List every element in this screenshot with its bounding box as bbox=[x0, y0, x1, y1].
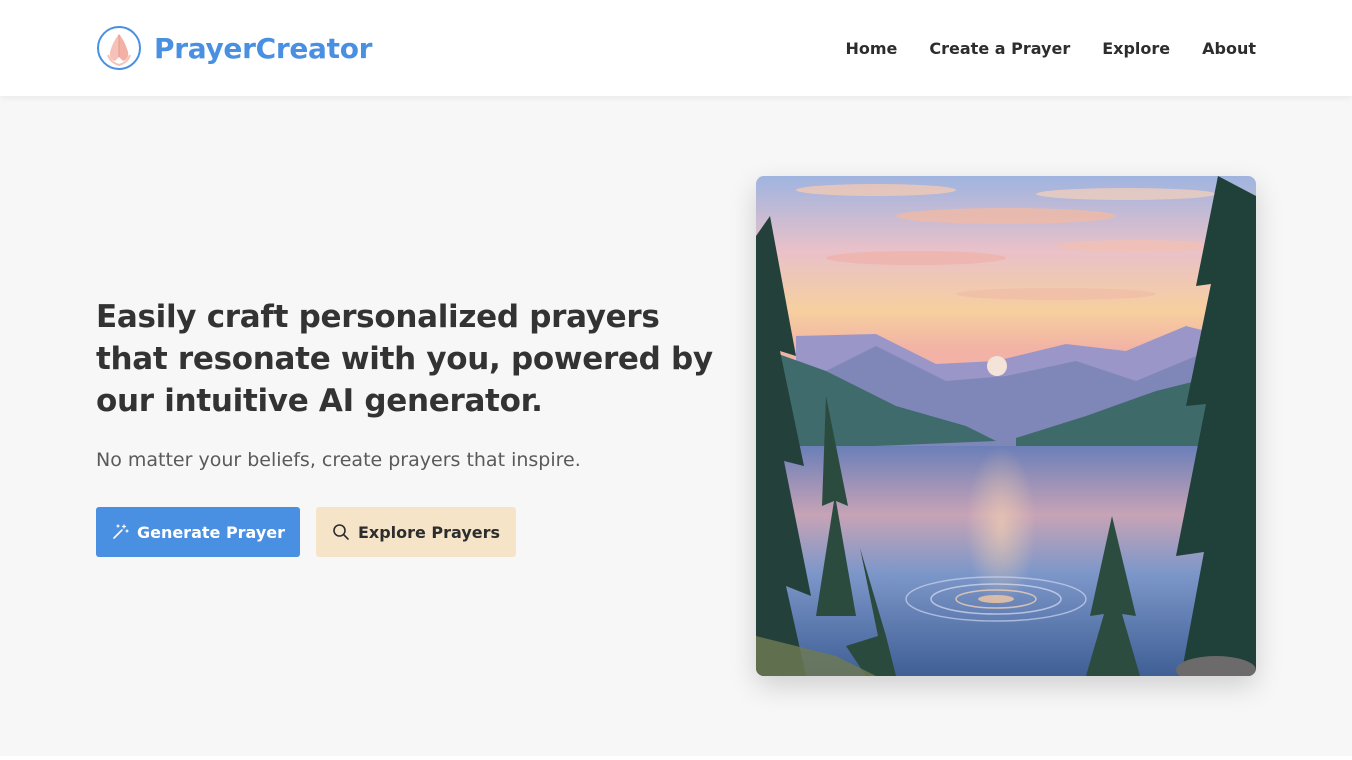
explore-prayers-button[interactable]: Explore Prayers bbox=[316, 507, 516, 557]
explore-prayers-label: Explore Prayers bbox=[357, 522, 501, 542]
generate-prayer-label: Generate Prayer bbox=[136, 522, 286, 542]
hero-title-line: our intuitive AI generator. bbox=[96, 383, 543, 419]
search-icon bbox=[333, 524, 349, 540]
nav-create-prayer[interactable]: Create a Prayer bbox=[929, 39, 1070, 58]
praying-hands-icon bbox=[97, 26, 141, 70]
main-nav: Home Create a Prayer Explore About bbox=[845, 0, 1256, 96]
hero-title-line: Easily craft personalized prayers bbox=[96, 299, 660, 335]
hero-subtitle: No matter your beliefs, create prayers t… bbox=[96, 449, 581, 471]
brand-name: PrayerCreator bbox=[154, 31, 373, 65]
generate-prayer-button[interactable]: Generate Prayer bbox=[96, 507, 300, 557]
hero-image bbox=[756, 176, 1256, 676]
footer-edge bbox=[0, 756, 1352, 760]
site-header: PrayerCreator Home Create a Prayer Explo… bbox=[0, 0, 1352, 96]
magic-wand-icon bbox=[113, 524, 129, 539]
brand-link[interactable]: PrayerCreator bbox=[96, 26, 372, 70]
hero-title: Easily craft personalized prayers that r… bbox=[96, 296, 716, 422]
hero-title-line: that resonate with you, powered by bbox=[96, 341, 713, 377]
nav-explore[interactable]: Explore bbox=[1102, 39, 1170, 58]
lake-sunset-painting bbox=[756, 176, 1256, 676]
nav-home[interactable]: Home bbox=[845, 39, 897, 58]
nav-about[interactable]: About bbox=[1202, 39, 1256, 58]
